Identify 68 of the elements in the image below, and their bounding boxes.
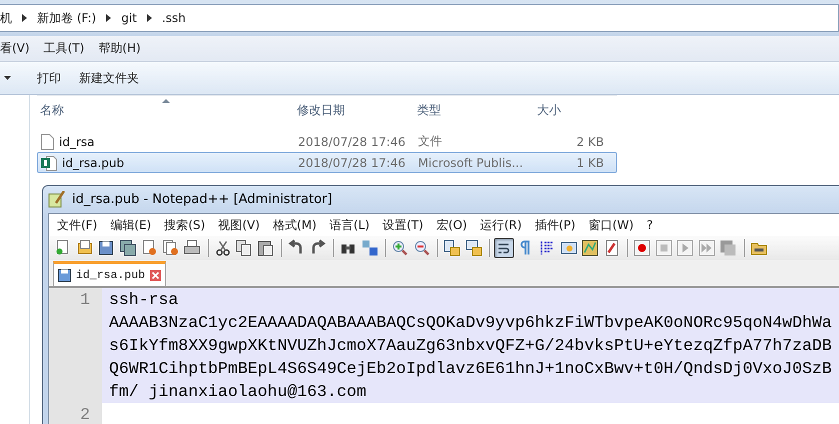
column-header[interactable]: 大小 bbox=[537, 102, 607, 119]
menu-item[interactable]: 窗口(W) bbox=[588, 216, 634, 234]
copy-icon[interactable] bbox=[234, 238, 254, 258]
window-pair-icon[interactable] bbox=[464, 238, 484, 258]
file-tab[interactable]: id_rsa.pub bbox=[53, 261, 166, 286]
file-row[interactable]: id_rsa.pub 2018/07/28 17:46 Microsoft Publis... 1 KB bbox=[37, 152, 617, 173]
address-bar[interactable]: 机 新加卷 (F:) git .ssh bbox=[0, 4, 839, 32]
window-pair-icon[interactable] bbox=[442, 238, 462, 258]
menu-item[interactable]: 编辑(E) bbox=[110, 216, 152, 234]
save-all-icon[interactable] bbox=[118, 238, 138, 258]
file-type: Microsoft Publis... bbox=[418, 156, 524, 170]
menu-item[interactable]: 搜索(S) bbox=[164, 216, 206, 234]
menu-item[interactable]: 文件(F) bbox=[57, 216, 98, 234]
menu-item[interactable]: 帮助(H) bbox=[98, 40, 141, 57]
code-text: AAAAB3NzaC1yc2EAAAADAQABAAABAQCsQOKaDv9yvp6hkzFiWTbvpeAK0oNORc95qoN4wDhWa bbox=[109, 312, 832, 334]
column-header[interactable]: 类型 bbox=[417, 102, 537, 119]
code-text: fm/ jinanxiaolaohu@163.com bbox=[109, 381, 366, 403]
menu-item[interactable]: ? bbox=[646, 218, 653, 232]
word-wrap-icon[interactable] bbox=[494, 238, 514, 258]
chevron-icon[interactable] bbox=[146, 14, 152, 22]
menu-item[interactable]: 设置(T) bbox=[382, 216, 424, 234]
toolbar-button[interactable]: 打印 bbox=[37, 70, 61, 86]
window-title: id_rsa.pub - Notepad++ [Administrator] bbox=[72, 192, 332, 207]
code-text: Q6WR1CihptbPmBEpL4S6S49CejEb2oIpdlavz6E61hnJ+1noCxBwv+t0H/QndsDj0VxoJ0SzB bbox=[109, 358, 832, 380]
blank-file-icon bbox=[41, 134, 54, 150]
menu-item[interactable]: 视图(V) bbox=[218, 216, 260, 234]
file-size: 1 KB bbox=[575, 156, 605, 170]
publisher-file-icon bbox=[41, 154, 57, 170]
record-icon[interactable] bbox=[632, 238, 652, 258]
code-text: s6IkYfm8XX9gwpXKtNVUZhJcmoX7AauZg63nbxvQFZ+G/24bvksPtU+eYtezqZfpA77h7zaDB bbox=[109, 335, 832, 357]
save-icon[interactable] bbox=[96, 238, 116, 258]
menu-item[interactable]: 运行(R) bbox=[480, 216, 522, 234]
breadcrumb[interactable]: 新加卷 (F:) bbox=[37, 10, 96, 26]
line-number: 1 bbox=[80, 289, 90, 311]
chevron-icon[interactable] bbox=[106, 14, 112, 22]
map-icon[interactable] bbox=[580, 238, 600, 258]
toolbar-button[interactable]: 新建文件夹 bbox=[79, 70, 139, 86]
breadcrumb[interactable]: git bbox=[121, 11, 137, 25]
code-text: ssh-rsa bbox=[109, 289, 178, 311]
modified-date: 2018/07/28 17:46 bbox=[298, 134, 407, 148]
close-all-icon[interactable] bbox=[160, 238, 180, 258]
replace-icon[interactable] bbox=[360, 238, 380, 258]
modified-date: 2018/07/28 17:46 bbox=[298, 156, 407, 170]
column-header[interactable]: 修改日期 bbox=[297, 102, 417, 119]
notepad-icon bbox=[48, 191, 66, 208]
breadcrumb[interactable]: 机 bbox=[0, 10, 12, 26]
caret-icon[interactable] bbox=[4, 76, 11, 80]
menu-item[interactable]: 插件(P) bbox=[534, 216, 576, 234]
menu-item[interactable]: 看(V) bbox=[0, 40, 30, 57]
file-name: id_rsa bbox=[59, 134, 94, 148]
zoom-in-icon[interactable] bbox=[390, 238, 410, 258]
save-macro-icon[interactable] bbox=[718, 238, 738, 258]
menu-item[interactable]: 宏(O) bbox=[436, 216, 468, 234]
sort-caret-icon bbox=[162, 99, 170, 103]
chevron-icon[interactable] bbox=[22, 14, 27, 22]
menu-item[interactable]: 工具(T) bbox=[44, 40, 84, 57]
menu-item[interactable]: 语言(L) bbox=[330, 216, 370, 234]
file-size: 2 KB bbox=[575, 134, 605, 148]
menu-item[interactable]: 格式(M) bbox=[272, 216, 316, 234]
line-number: 2 bbox=[80, 404, 90, 424]
file-name: id_rsa.pub bbox=[62, 156, 124, 170]
file-type: 文件 bbox=[418, 133, 443, 150]
column-header[interactable]: 名称 bbox=[37, 102, 297, 119]
breadcrumb[interactable]: .ssh bbox=[162, 11, 186, 25]
save-icon bbox=[58, 268, 71, 282]
close-icon[interactable] bbox=[150, 270, 162, 280]
file-row[interactable]: id_rsa 2018/07/28 17:46 文件 2 KB bbox=[37, 131, 617, 152]
paste-icon[interactable] bbox=[256, 238, 276, 258]
